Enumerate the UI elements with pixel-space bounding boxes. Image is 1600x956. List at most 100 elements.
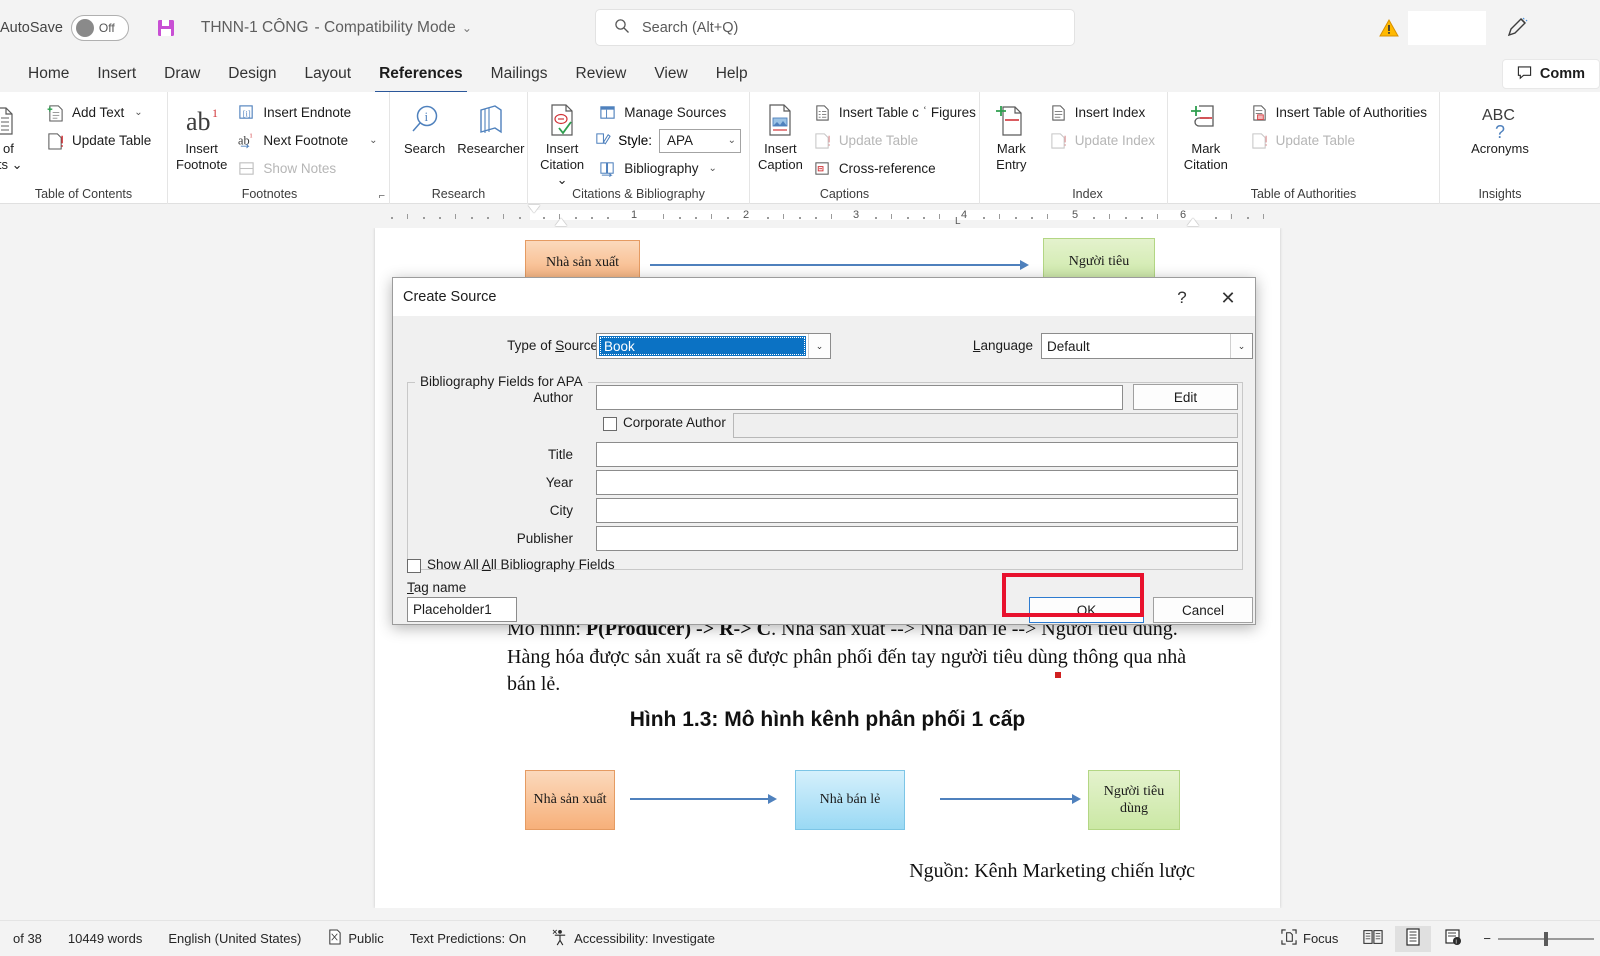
author-input[interactable] [596, 385, 1123, 410]
print-layout-button[interactable] [1395, 926, 1431, 952]
tab-home[interactable]: Home [14, 61, 83, 87]
next-footnote-button[interactable]: ab 1 Next Footnote ⌄ [233, 128, 381, 153]
zoom-thumb[interactable] [1544, 932, 1548, 946]
show-all-fields-label: Show All All Bibliography Fields [427, 557, 615, 572]
cross-reference-button[interactable]: Cross-reference [809, 156, 980, 181]
diagram-box-retailer: Nhà bán lẻ [795, 770, 905, 830]
accessibility-icon [552, 929, 568, 949]
corporate-author-input[interactable] [733, 413, 1238, 438]
autosave-toggle[interactable]: Off [71, 15, 129, 41]
web-layout-button[interactable]: i [1435, 926, 1471, 952]
tab-draw[interactable]: Draw [150, 61, 214, 87]
search-research-button[interactable]: i Search [404, 98, 445, 157]
researcher-button[interactable]: Researcher [457, 98, 524, 157]
search-input[interactable]: Search (Alt+Q) [595, 9, 1075, 46]
insert-table-of-authorities-button[interactable]: Insert Table of Authorities [1246, 100, 1431, 125]
word-count[interactable]: 10449 words [55, 921, 155, 956]
researcher-icon [475, 101, 507, 141]
tab-references[interactable]: References [365, 61, 477, 87]
chevron-down-icon[interactable]: ⌄ [1230, 334, 1252, 358]
tab-mailings[interactable]: Mailings [477, 61, 562, 87]
close-icon[interactable]: ✕ [1215, 286, 1241, 310]
update-table-icon [813, 131, 832, 150]
sensitivity-label: Public [348, 931, 383, 946]
update-table-toc-button[interactable]: Update Table [42, 128, 155, 153]
diagram-box-consumer-line2: dùng [1120, 800, 1148, 818]
focus-button[interactable]: Focus [1268, 929, 1351, 948]
city-input[interactable] [596, 498, 1238, 523]
tag-name-input[interactable]: Placeholder1 [407, 597, 517, 622]
autosave-control[interactable]: AutoSave Off [0, 15, 129, 41]
save-icon[interactable] [153, 15, 179, 41]
insert-caption-button[interactable]: Insert Caption [758, 98, 803, 172]
tab-review[interactable]: Review [562, 61, 641, 87]
chevron-down-icon[interactable]: ⌄ [462, 21, 472, 35]
ruler-area: 1 2 3 4 L 5 6 [0, 204, 1600, 228]
zoom-out-button[interactable]: − [1483, 931, 1491, 946]
text-predictions-indicator[interactable]: Text Predictions: On [397, 921, 539, 956]
add-text-icon [46, 103, 65, 122]
autosave-label: AutoSave [0, 20, 63, 36]
insert-table-of-figures-button[interactable]: Insert Table c ʿ Figures [809, 100, 980, 125]
document-paragraph[interactable]: Mô hình: P(Producer) -> R-> C. Nhà sản x… [507, 616, 1197, 699]
sensitivity-indicator[interactable]: Public [314, 921, 396, 956]
zoom-track[interactable] [1498, 938, 1594, 940]
tab-design[interactable]: Design [214, 61, 290, 87]
pen-editor-icon[interactable] [1505, 16, 1529, 40]
citation-style-dropdown[interactable]: APA ⌄ [659, 129, 741, 153]
manage-sources-button[interactable]: Manage Sources [594, 100, 741, 125]
insert-endnote-button[interactable]: [i] Insert Endnote [233, 100, 381, 125]
figure-caption: Hình 1.3: Mô hình kênh phân phối 1 cấp [375, 708, 1280, 732]
tab-help[interactable]: Help [702, 61, 762, 87]
language-dropdown[interactable]: Default ⌄ [1041, 333, 1253, 359]
style-label: Style: [618, 133, 652, 148]
year-input[interactable] [596, 470, 1238, 495]
horizontal-ruler[interactable]: 1 2 3 4 L 5 6 [375, 204, 1280, 228]
corporate-author-checkbox[interactable] [603, 417, 617, 431]
add-text-button[interactable]: Add Text ⌄ [42, 100, 155, 125]
chevron-down-icon[interactable]: ⌄ [709, 163, 717, 174]
insert-index-button[interactable]: Insert Index [1045, 100, 1159, 125]
edit-author-button[interactable]: Edit [1133, 384, 1238, 410]
mark-citation-button[interactable]: Mark Citation [1176, 98, 1236, 172]
table-of-contents-button[interactable]: e of ents ⌄ [0, 98, 20, 172]
hanging-indent-marker[interactable] [555, 218, 567, 226]
tab-insert[interactable]: Insert [83, 61, 150, 87]
show-all-fields-checkbox[interactable] [407, 559, 421, 573]
zoom-slider[interactable]: − [1475, 931, 1594, 946]
page-indicator[interactable]: of 38 [0, 921, 55, 956]
search-icon [614, 18, 630, 38]
first-line-indent-marker[interactable] [528, 205, 540, 213]
title-input[interactable] [596, 442, 1238, 467]
publisher-input[interactable] [596, 526, 1238, 551]
acronyms-button[interactable]: ABC ? Acronyms [1450, 98, 1550, 157]
comments-button[interactable]: Comm [1502, 59, 1600, 89]
update-table-label: Update Table [72, 133, 151, 148]
insert-footnote-button[interactable]: ab 1 Insert Footnote [176, 98, 227, 172]
style-icon [594, 131, 611, 151]
mark-entry-button[interactable]: Mark Entry [988, 98, 1035, 172]
ruler-tab-stop[interactable]: L [955, 216, 961, 227]
warning-triangle-icon[interactable] [1378, 17, 1400, 39]
right-indent-marker[interactable] [1187, 218, 1199, 226]
accessibility-indicator[interactable]: Accessibility: Investigate [539, 921, 728, 956]
chevron-down-icon[interactable]: ⌄ [808, 334, 830, 358]
print-layout-icon [1404, 928, 1422, 949]
update-table-captions-label: Update Table [839, 133, 918, 148]
bibliography-button[interactable]: Bibliography ⌄ [594, 156, 741, 181]
insert-index-icon [1049, 103, 1068, 122]
type-of-source-dropdown[interactable]: Book ⌄ [596, 333, 831, 359]
read-mode-button[interactable] [1355, 926, 1391, 952]
language-indicator[interactable]: English (United States) [155, 921, 314, 956]
insert-citation-button[interactable]: Insert Citation ⌄ [536, 98, 588, 188]
dialog-help-button[interactable]: ? [1169, 286, 1195, 310]
cancel-button[interactable]: Cancel [1153, 597, 1253, 623]
document-title[interactable]: THNN-1 CÔNG - Compatibility Mode ⌄ [201, 19, 472, 37]
title-bar: AutoSave Off THNN-1 CÔNG - Compatibility… [0, 0, 1600, 56]
chevron-down-icon[interactable]: ⌄ [134, 107, 142, 118]
tab-view[interactable]: View [640, 61, 701, 87]
chevron-down-icon[interactable]: ⌄ [369, 135, 377, 146]
tab-layout[interactable]: Layout [291, 61, 366, 87]
mark-entry-label1: Mark [997, 141, 1026, 157]
manage-sources-label: Manage Sources [624, 105, 726, 120]
